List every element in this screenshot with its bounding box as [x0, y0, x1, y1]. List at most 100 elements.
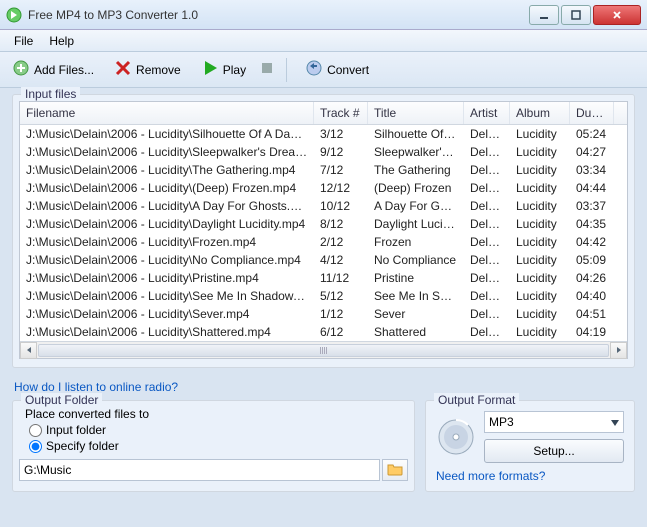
cell-track: 12/12: [314, 179, 368, 197]
cell-album: Lucidity: [510, 161, 570, 179]
cell-title: The Gathering: [368, 161, 464, 179]
cell-title: Shattered: [368, 323, 464, 341]
table-row[interactable]: J:\Music\Delain\2006 - Lucidity\Daylight…: [20, 215, 627, 233]
cell-album: Lucidity: [510, 125, 570, 143]
minimize-button[interactable]: [529, 5, 559, 25]
col-title[interactable]: Title: [368, 102, 464, 124]
cell-file: J:\Music\Delain\2006 - Lucidity\See Me I…: [20, 287, 314, 305]
cell-track: 2/12: [314, 233, 368, 251]
cell-artist: Delain: [464, 161, 510, 179]
cell-track: 8/12: [314, 215, 368, 233]
output-folder-group: Output Folder Place converted files to I…: [12, 400, 415, 492]
files-grid: Filename Track # Title Artist Album Dura…: [19, 101, 628, 359]
cell-album: Lucidity: [510, 215, 570, 233]
cell-album: Lucidity: [510, 197, 570, 215]
online-radio-link[interactable]: How do I listen to online radio?: [14, 380, 178, 394]
cell-title: See Me In Shad...: [368, 287, 464, 305]
more-formats-link[interactable]: Need more formats?: [436, 469, 545, 483]
table-row[interactable]: J:\Music\Delain\2006 - Lucidity\No Compl…: [20, 251, 627, 269]
window-title: Free MP4 to MP3 Converter 1.0: [28, 8, 529, 22]
play-button[interactable]: Play: [195, 55, 252, 84]
disc-icon: [436, 417, 476, 457]
cell-dur: 04:19: [570, 323, 614, 341]
maximize-button[interactable]: [561, 5, 591, 25]
cell-track: 7/12: [314, 161, 368, 179]
cell-title: Silhouette Of A ...: [368, 125, 464, 143]
stop-icon[interactable]: [260, 61, 274, 78]
play-icon: [201, 59, 219, 80]
cell-file: J:\Music\Delain\2006 - Lucidity\Frozen.m…: [20, 233, 314, 251]
table-row[interactable]: J:\Music\Delain\2006 - Lucidity\Shattere…: [20, 323, 627, 341]
cell-artist: Delain: [464, 125, 510, 143]
browse-button[interactable]: [382, 459, 408, 481]
table-row[interactable]: J:\Music\Delain\2006 - Lucidity\A Day Fo…: [20, 197, 627, 215]
scroll-left-button[interactable]: [20, 342, 37, 359]
cell-album: Lucidity: [510, 287, 570, 305]
table-row[interactable]: J:\Music\Delain\2006 - Lucidity\Silhouet…: [20, 125, 627, 143]
cell-file: J:\Music\Delain\2006 - Lucidity\A Day Fo…: [20, 197, 314, 215]
close-button[interactable]: [593, 5, 641, 25]
col-artist[interactable]: Artist: [464, 102, 510, 124]
remove-label: Remove: [136, 63, 181, 77]
cell-dur: 04:51: [570, 305, 614, 323]
specify-folder-radio-row[interactable]: Specify folder: [29, 439, 408, 453]
cell-artist: Delain: [464, 323, 510, 341]
col-track[interactable]: Track #: [314, 102, 368, 124]
input-folder-radio-row[interactable]: Input folder: [29, 423, 408, 437]
table-row[interactable]: J:\Music\Delain\2006 - Lucidity\Sleepwal…: [20, 143, 627, 161]
output-folder-label: Output Folder: [21, 393, 102, 407]
cell-dur: 04:27: [570, 143, 614, 161]
cell-track: 6/12: [314, 323, 368, 341]
cell-artist: Delain: [464, 305, 510, 323]
cell-title: No Compliance: [368, 251, 464, 269]
setup-button[interactable]: Setup...: [484, 439, 624, 463]
cell-file: J:\Music\Delain\2006 - Lucidity\Silhouet…: [20, 125, 314, 143]
cell-artist: Delain: [464, 215, 510, 233]
table-row[interactable]: J:\Music\Delain\2006 - Lucidity\(Deep) F…: [20, 179, 627, 197]
cell-artist: Delain: [464, 251, 510, 269]
format-combo[interactable]: MP3: [484, 411, 624, 433]
add-files-label: Add Files...: [34, 63, 94, 77]
cell-dur: 05:09: [570, 251, 614, 269]
menu-file[interactable]: File: [6, 32, 41, 50]
output-format-group: Output Format MP3 Setup... Need more for…: [425, 400, 635, 492]
menu-help[interactable]: Help: [41, 32, 82, 50]
col-album[interactable]: Album: [510, 102, 570, 124]
input-folder-radio[interactable]: [29, 424, 42, 437]
cell-dur: 04:40: [570, 287, 614, 305]
input-folder-radio-label: Input folder: [46, 423, 106, 437]
cell-file: J:\Music\Delain\2006 - Lucidity\Shattere…: [20, 323, 314, 341]
add-files-button[interactable]: Add Files...: [6, 55, 100, 84]
play-label: Play: [223, 63, 246, 77]
cell-artist: Delain: [464, 287, 510, 305]
table-row[interactable]: J:\Music\Delain\2006 - Lucidity\Pristine…: [20, 269, 627, 287]
add-icon: [12, 59, 30, 80]
specify-folder-radio-label: Specify folder: [46, 439, 119, 453]
input-files-label: Input files: [21, 87, 80, 101]
cell-album: Lucidity: [510, 143, 570, 161]
convert-button[interactable]: Convert: [299, 55, 375, 84]
col-filename[interactable]: Filename: [20, 102, 314, 124]
cell-artist: Delain: [464, 197, 510, 215]
convert-icon: [305, 59, 323, 80]
table-row[interactable]: J:\Music\Delain\2006 - Lucidity\Frozen.m…: [20, 233, 627, 251]
remove-button[interactable]: Remove: [108, 55, 187, 84]
cell-file: J:\Music\Delain\2006 - Lucidity\The Gath…: [20, 161, 314, 179]
col-duration[interactable]: Dura...: [570, 102, 614, 124]
specify-folder-radio[interactable]: [29, 440, 42, 453]
horizontal-scrollbar[interactable]: [20, 341, 627, 358]
cell-title: Sever: [368, 305, 464, 323]
table-row[interactable]: J:\Music\Delain\2006 - Lucidity\The Gath…: [20, 161, 627, 179]
cell-track: 11/12: [314, 269, 368, 287]
scroll-right-button[interactable]: [610, 342, 627, 359]
output-path-input[interactable]: [19, 459, 380, 481]
app-icon: [6, 7, 22, 23]
cell-file: J:\Music\Delain\2006 - Lucidity\No Compl…: [20, 251, 314, 269]
scroll-thumb[interactable]: [38, 344, 609, 357]
cell-album: Lucidity: [510, 305, 570, 323]
table-row[interactable]: J:\Music\Delain\2006 - Lucidity\Sever.mp…: [20, 305, 627, 323]
folder-icon: [387, 462, 403, 479]
table-row[interactable]: J:\Music\Delain\2006 - Lucidity\See Me I…: [20, 287, 627, 305]
cell-dur: 04:44: [570, 179, 614, 197]
cell-title: Daylight Lucidity: [368, 215, 464, 233]
